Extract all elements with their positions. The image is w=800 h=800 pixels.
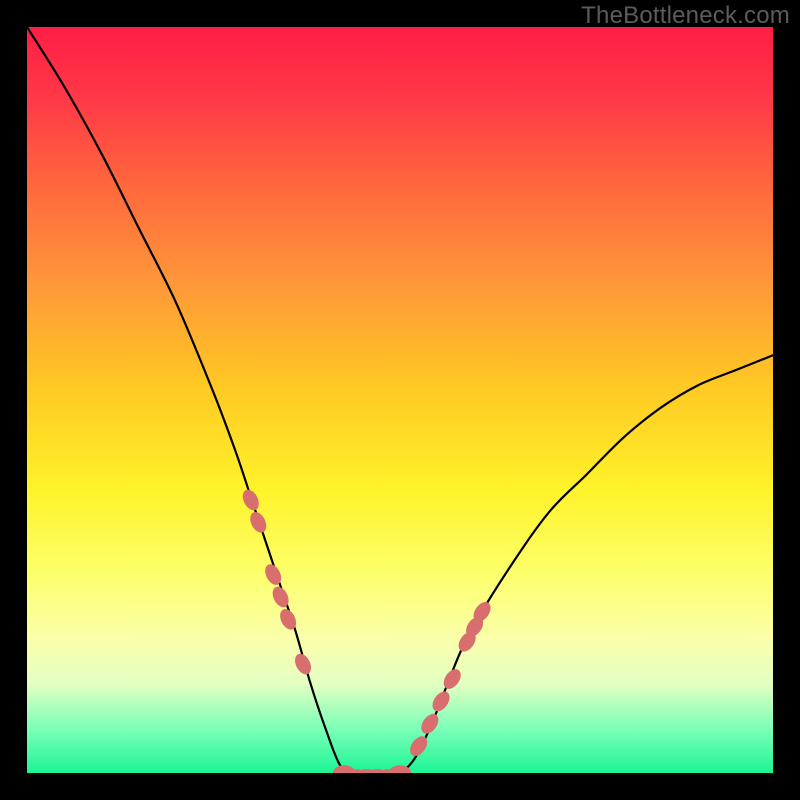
chart-plot-area	[27, 27, 773, 773]
marker-right-cluster	[418, 711, 442, 737]
marker-right-cluster	[429, 688, 453, 714]
watermark-label: TheBottleneck.com	[581, 2, 790, 30]
marker-right-cluster	[407, 733, 431, 759]
marker-left-cluster	[292, 651, 314, 677]
chart-markers	[240, 487, 495, 773]
marker-left-cluster	[277, 606, 299, 632]
chart-frame: TheBottleneck.com	[0, 0, 800, 800]
marker-left-cluster	[247, 509, 269, 535]
chart-svg	[27, 27, 773, 773]
marker-left-cluster	[240, 487, 262, 513]
bottleneck-curve	[27, 27, 773, 773]
marker-left-cluster	[262, 562, 284, 588]
marker-left-cluster	[269, 584, 291, 610]
